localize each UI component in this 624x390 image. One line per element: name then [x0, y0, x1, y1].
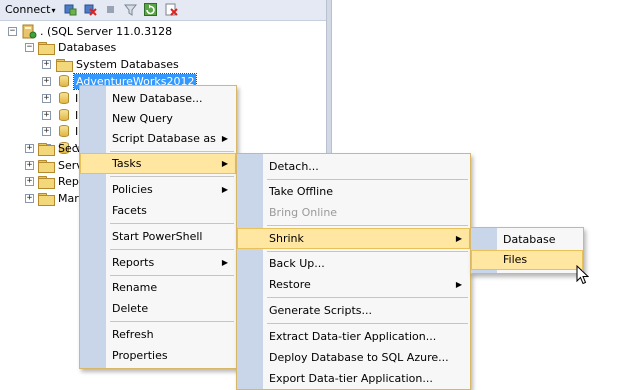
tree-node-replication[interactable]: + Repl	[0, 173, 82, 190]
connect-button[interactable]: Connect▾	[5, 2, 56, 18]
menu-item-shrink[interactable]: Shrink ▶	[237, 228, 470, 249]
menu-item-shrink-database[interactable]: Database	[471, 230, 583, 250]
database-icon	[59, 91, 69, 105]
menu-item-tasks[interactable]: Tasks ▶	[80, 153, 236, 174]
menu-item-take-offline[interactable]: Take Offline	[237, 181, 470, 202]
menu-item-extract-data-tier[interactable]: Extract Data-tier Application...	[237, 326, 470, 347]
database-label: I	[75, 109, 79, 122]
folder-icon	[38, 193, 55, 206]
database-context-menu: New Database... New Query Script Databas…	[79, 85, 237, 369]
server-label: . (SQL Server 11.0.3128	[40, 25, 173, 38]
submenu-arrow-icon: ▶	[455, 280, 462, 289]
database-icon	[59, 74, 69, 88]
databases-label: Databases	[58, 41, 117, 54]
menu-item-bring-online: Bring Online	[269, 206, 338, 219]
menu-item-detach[interactable]: Detach...	[237, 156, 470, 177]
folder-icon	[38, 42, 55, 55]
menu-item-new-query[interactable]: New Query	[80, 108, 236, 129]
menu-item-export-data-tier[interactable]: Export Data-tier Application...	[237, 368, 470, 389]
tree-node-database[interactable]: + I	[0, 123, 80, 140]
tree-node-security[interactable]: + Secu	[0, 140, 85, 157]
menu-separator	[110, 249, 234, 250]
menu-item-deploy-sql-azure[interactable]: Deploy Database to SQL Azure...	[237, 347, 470, 368]
menu-separator	[267, 323, 468, 324]
activity-monitor-icon[interactable]	[165, 3, 178, 16]
server-icon	[22, 24, 37, 39]
system-databases-label: System Databases	[76, 58, 179, 71]
menu-item-delete[interactable]: Delete	[80, 298, 236, 319]
tree-node-server[interactable]: − . (SQL Server 11.0.3128	[0, 23, 326, 40]
menu-item-start-powershell[interactable]: Start PowerShell	[80, 226, 236, 247]
expand-icon[interactable]: +	[42, 77, 51, 86]
collapse-icon[interactable]: −	[8, 27, 17, 36]
tree-node-database[interactable]: + I	[0, 107, 80, 124]
menu-item-generate-scripts[interactable]: Generate Scripts...	[237, 300, 470, 321]
connect-object-explorer-icon[interactable]	[64, 3, 77, 16]
menu-separator	[110, 151, 234, 152]
folder-icon	[38, 143, 55, 156]
shrink-submenu: Database Files	[470, 227, 584, 274]
chevron-down-icon: ▾	[51, 6, 56, 15]
filter-icon[interactable]	[124, 3, 137, 16]
menu-separator	[110, 321, 234, 322]
menu-item-script-database-as[interactable]: Script Database as ▶	[80, 128, 236, 149]
menu-item-properties[interactable]: Properties	[80, 345, 236, 366]
mouse-cursor-icon	[576, 265, 589, 285]
menu-separator	[110, 223, 234, 224]
stop-icon[interactable]	[104, 3, 117, 16]
menu-item-reports[interactable]: Reports ▶	[80, 252, 236, 273]
database-icon	[59, 124, 69, 138]
expand-icon[interactable]: +	[25, 161, 34, 170]
disconnect-icon[interactable]	[84, 3, 97, 16]
menu-item-refresh[interactable]: Refresh	[80, 324, 236, 345]
menu-separator	[110, 176, 234, 177]
menu-item-facets[interactable]: Facets	[80, 200, 236, 221]
tree-node-management[interactable]: + Mar	[0, 190, 80, 207]
tree-node-system-databases[interactable]: + System Databases	[0, 56, 326, 73]
expand-icon[interactable]: +	[42, 94, 51, 103]
collapse-icon[interactable]: −	[25, 43, 34, 52]
folder-icon	[56, 59, 73, 72]
menu-item-policies[interactable]: Policies ▶	[80, 179, 236, 200]
expand-icon[interactable]: +	[25, 144, 34, 153]
submenu-arrow-icon: ▶	[221, 159, 228, 168]
menu-separator	[267, 179, 468, 180]
tasks-submenu: Detach... Take Offline Bring Online Shri…	[236, 153, 471, 390]
expand-icon[interactable]: +	[25, 194, 34, 203]
expand-icon[interactable]: +	[42, 111, 51, 120]
menu-item-shrink-files[interactable]: Files	[471, 250, 583, 270]
submenu-arrow-icon: ▶	[221, 185, 228, 194]
menu-item-back-up[interactable]: Back Up...	[237, 253, 470, 274]
menu-separator	[267, 225, 468, 226]
database-label: I	[75, 125, 79, 138]
folder-icon	[38, 160, 55, 173]
menu-separator	[267, 297, 468, 298]
tree-node-database[interactable]: + I	[0, 90, 80, 107]
tree-node-server-objects[interactable]: + Serv	[0, 157, 83, 174]
expand-icon[interactable]: +	[42, 60, 51, 69]
tree-node-databases[interactable]: − Databases	[0, 39, 326, 56]
refresh-icon[interactable]	[144, 3, 157, 16]
submenu-arrow-icon: ▶	[221, 258, 228, 267]
menu-separator	[110, 275, 234, 276]
menu-item-rename[interactable]: Rename	[80, 277, 236, 298]
management-label: Mar	[58, 192, 79, 205]
folder-icon	[38, 176, 55, 189]
connect-label: Connect	[5, 3, 51, 16]
submenu-arrow-icon: ▶	[455, 234, 462, 243]
object-explorer-toolbar: Connect▾	[0, 0, 326, 21]
menu-item-new-database[interactable]: New Database...	[80, 88, 236, 109]
expand-icon[interactable]: +	[42, 127, 51, 136]
database-label: I	[75, 92, 79, 105]
submenu-arrow-icon: ▶	[221, 134, 228, 143]
database-icon	[59, 108, 69, 122]
expand-icon[interactable]: +	[25, 177, 34, 186]
menu-separator	[267, 251, 468, 252]
menu-item-restore[interactable]: Restore ▶	[237, 274, 470, 295]
